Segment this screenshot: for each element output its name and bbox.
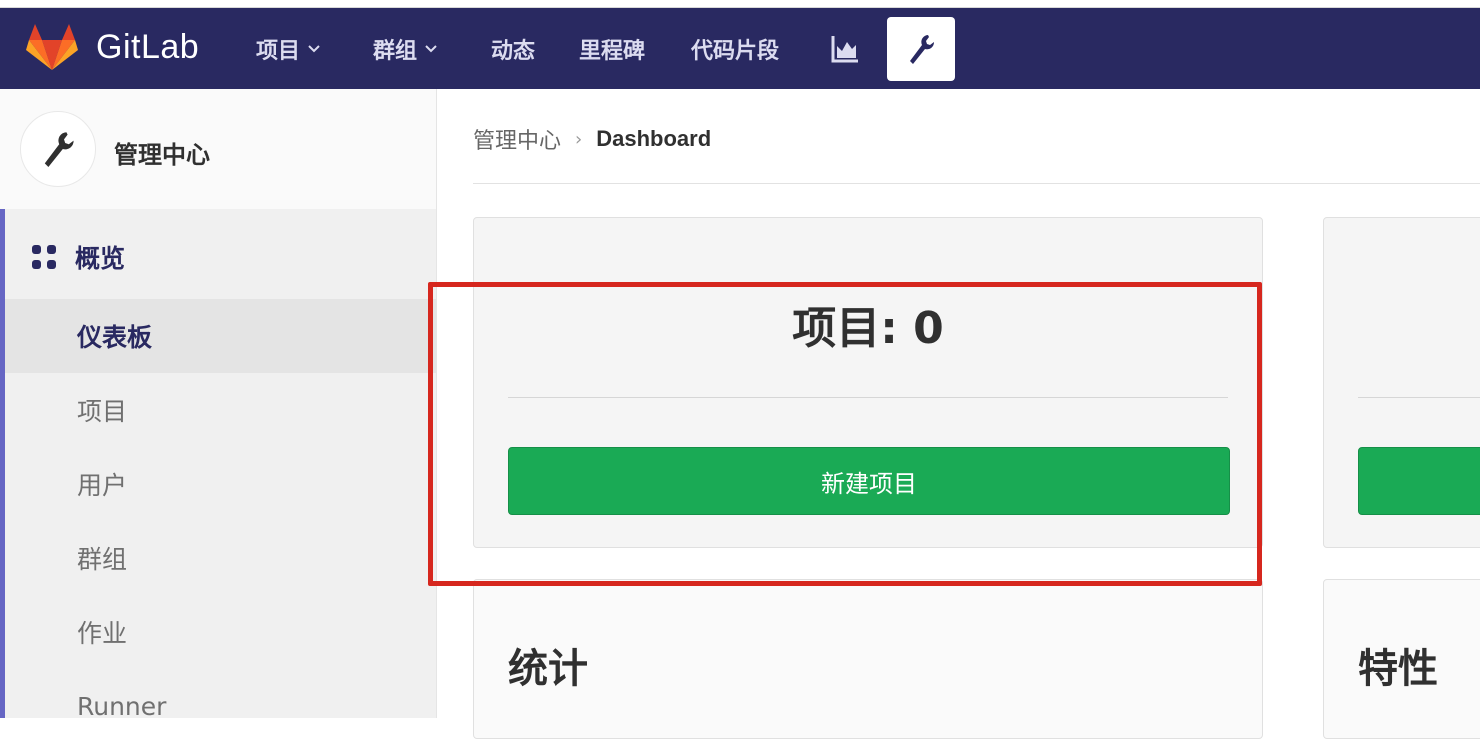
statistics-title: 统计	[508, 646, 588, 692]
nav-groups-label: 群组	[373, 39, 418, 64]
gitlab-brand[interactable]: GitLab	[96, 28, 199, 67]
sidebar: 管理中心 概览 仪表板 项目 用户 群组 作业 Runner	[0, 89, 437, 721]
statistics-card: 统计	[473, 579, 1263, 739]
admin-area-button[interactable]	[887, 17, 955, 81]
projects-count: 项目: 0	[792, 303, 944, 354]
sidebar-overview-label: 概览	[75, 244, 126, 273]
card-divider	[508, 397, 1228, 398]
breadcrumb-parent[interactable]: 管理中心	[473, 123, 561, 155]
sidebar-title: 管理中心	[114, 141, 210, 169]
top-navbar: GitLab 项目 群组 动态 里程碑 代码片段	[0, 8, 1480, 89]
nav-projects-label: 项目	[256, 39, 301, 64]
features-card: 特性	[1323, 579, 1480, 739]
nav-projects-dropdown[interactable]: 项目	[256, 34, 320, 64]
sidebar-item-overview[interactable]: 概览	[31, 239, 125, 275]
nav-activity[interactable]: 动态	[491, 34, 535, 64]
sidebar-item-users[interactable]: 用户	[5, 447, 436, 521]
users-card	[1323, 217, 1480, 548]
wrench-icon	[910, 35, 935, 64]
window-top-strip	[0, 0, 1480, 8]
breadcrumb-divider	[473, 183, 1480, 184]
sidebar-item-dashboard[interactable]: 仪表板	[5, 299, 436, 373]
sidebar-header[interactable]: 管理中心	[0, 89, 436, 209]
features-title: 特性	[1358, 646, 1438, 692]
chart-icon[interactable]	[830, 34, 860, 64]
wrench-icon	[44, 132, 74, 167]
sidebar-item-projects[interactable]: 项目	[5, 373, 436, 447]
sidebar-item-runners[interactable]: Runner	[5, 669, 436, 743]
breadcrumb: 管理中心 › Dashboard	[473, 123, 711, 155]
sidebar-section-overview: 概览 仪表板 项目 用户 群组 作业 Runner	[0, 209, 436, 721]
new-project-button[interactable]: 新建项目	[508, 447, 1230, 515]
sidebar-item-jobs[interactable]: 作业	[5, 595, 436, 669]
nav-groups-dropdown[interactable]: 群组	[373, 34, 437, 64]
nav-milestones[interactable]: 里程碑	[579, 34, 645, 64]
projects-card: 项目: 0 新建项目	[473, 217, 1263, 548]
chevron-down-icon	[308, 45, 320, 53]
main-content: 管理中心 › Dashboard 项目: 0 新建项目 统计 特性	[437, 89, 1480, 739]
breadcrumb-current: Dashboard	[596, 126, 712, 151]
gitlab-logo-icon[interactable]	[26, 24, 78, 72]
admin-avatar	[20, 111, 96, 187]
chevron-right-icon: ›	[575, 128, 583, 150]
nav-snippets[interactable]: 代码片段	[691, 34, 779, 64]
sidebar-item-groups[interactable]: 群组	[5, 521, 436, 595]
grid-icon	[32, 245, 56, 269]
new-user-button[interactable]	[1358, 447, 1480, 515]
chevron-down-icon	[425, 45, 437, 53]
card-divider	[1358, 397, 1480, 398]
